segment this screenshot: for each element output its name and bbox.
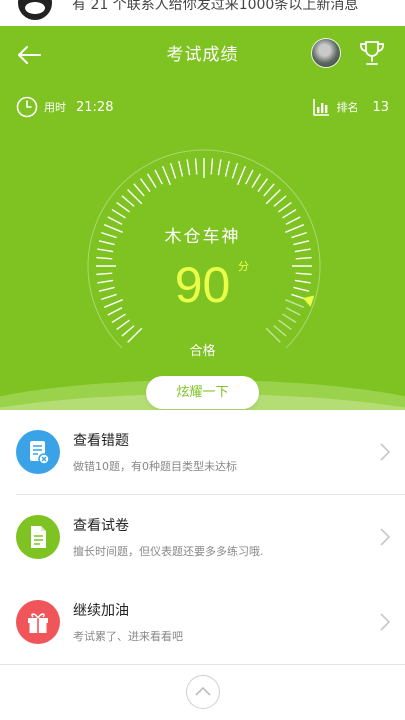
gift-icon xyxy=(16,600,60,644)
rank-stat: 排名 13 xyxy=(312,96,389,118)
chevron-up-icon xyxy=(195,686,211,696)
list-item-keep-going[interactable]: 继续加油 考试累了、进来看看吧 xyxy=(0,580,405,664)
gauge-tick xyxy=(273,325,287,337)
time-label: 用时 xyxy=(44,101,66,114)
gauge-tick xyxy=(139,178,151,192)
list-item-wrong-questions[interactable]: 查看错题 做错10题，有0种题目类型未达标 xyxy=(0,410,405,494)
gauge-tick xyxy=(121,325,135,337)
notification-bar[interactable]: 有 21 个联系人给你发过来1000条以上新消息 xyxy=(0,0,405,26)
chevron-right-icon xyxy=(380,443,391,461)
gauge-tick xyxy=(169,163,177,179)
gauge-tick xyxy=(263,183,275,197)
qq-penguin-icon xyxy=(18,0,52,20)
time-value: 21:28 xyxy=(76,99,114,115)
gauge-tick xyxy=(133,183,145,197)
gauge-tick xyxy=(257,178,269,192)
gauge-tick xyxy=(111,208,126,219)
gauge-tick xyxy=(278,319,292,331)
chevron-right-icon xyxy=(380,528,391,546)
gauge-tick xyxy=(237,165,246,185)
gauge-tick xyxy=(294,248,311,253)
gauge-tick xyxy=(97,248,114,253)
player-name: 木仓车神 xyxy=(164,227,241,247)
rank-value: 13 xyxy=(372,99,389,115)
item-title: 查看错题 xyxy=(73,433,129,449)
gauge-tick xyxy=(186,159,191,176)
result-hero: 考试成绩 用时 21:28 排名 13 木仓车神 90 分 合格 炫耀一下 xyxy=(0,26,405,410)
gauge-tick xyxy=(224,160,230,177)
show-off-button[interactable]: 炫耀一下 xyxy=(146,376,259,409)
chevron-right-icon xyxy=(380,613,391,631)
item-title: 继续加油 xyxy=(73,603,129,619)
gauge-tick xyxy=(282,313,297,324)
gauge-tick xyxy=(162,165,171,185)
item-subtitle: 做错10题，有0种题目类型未达标 xyxy=(73,460,237,473)
item-subtitle: 考试累了、进来看看吧 xyxy=(73,630,183,643)
page-title: 考试成绩 xyxy=(166,45,239,65)
score-unit: 分 xyxy=(238,260,249,273)
scroll-up-button[interactable] xyxy=(186,675,220,709)
gauge-tick xyxy=(217,159,222,176)
item-title: 查看试卷 xyxy=(73,518,129,534)
grade-label: 合格 xyxy=(189,344,216,359)
gauge-tick xyxy=(116,319,130,331)
gauge-tick xyxy=(194,158,198,175)
gauge-tick xyxy=(231,163,239,179)
avatar[interactable] xyxy=(311,38,341,68)
rank-label: 排名 xyxy=(336,101,359,114)
list-item-view-paper[interactable]: 查看试卷 擅长时间题，但仪表题还要多多练习哦. xyxy=(0,495,405,579)
notification-text: 有 21 个联系人给你发过来1000条以上新消息 xyxy=(72,0,359,13)
rank-bars-icon xyxy=(313,99,330,116)
clock-icon xyxy=(16,96,38,118)
score-value: 90 xyxy=(174,257,231,313)
gauge-tick xyxy=(146,173,157,188)
document-icon xyxy=(16,515,60,559)
gauge-tick xyxy=(251,173,262,188)
gauge-tick xyxy=(273,195,287,207)
divider xyxy=(0,664,405,665)
item-subtitle: 擅长时间题，但仪表题还要多多练习哦. xyxy=(73,545,264,558)
gauge-tick xyxy=(127,189,143,205)
gauge-tick xyxy=(210,158,214,175)
time-stat: 用时 21:28 xyxy=(16,96,113,118)
wrong-questions-icon xyxy=(16,430,60,474)
gauge-tick xyxy=(282,208,297,219)
gauge-tick xyxy=(116,201,130,213)
gauge-tick xyxy=(178,160,184,177)
gauge-tick xyxy=(245,169,254,185)
gauge-tick xyxy=(154,169,163,185)
trophy-icon[interactable] xyxy=(357,38,387,68)
gauge-tick xyxy=(111,313,126,324)
gauge-tick xyxy=(265,189,281,205)
gauge-tick xyxy=(121,195,135,207)
gauge-tick xyxy=(278,201,292,213)
